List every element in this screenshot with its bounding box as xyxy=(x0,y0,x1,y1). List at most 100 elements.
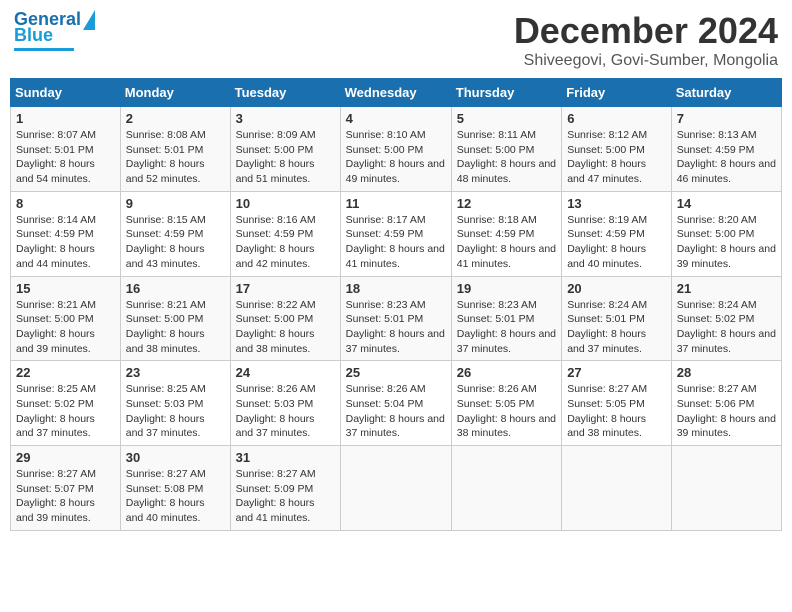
calendar-week-row: 1 Sunrise: 8:07 AMSunset: 5:01 PMDaylight… xyxy=(11,107,782,192)
day-info: Sunrise: 8:07 AMSunset: 5:01 PMDaylight:… xyxy=(16,128,115,187)
calendar-cell: 3 Sunrise: 8:09 AMSunset: 5:00 PMDaylight… xyxy=(230,107,340,192)
day-number: 13 xyxy=(567,196,666,211)
calendar-cell xyxy=(562,446,672,531)
weekday-header-tuesday: Tuesday xyxy=(230,79,340,107)
day-number: 25 xyxy=(346,365,446,380)
day-info: Sunrise: 8:10 AMSunset: 5:00 PMDaylight:… xyxy=(346,128,446,187)
day-number: 7 xyxy=(677,111,776,126)
day-info: Sunrise: 8:12 AMSunset: 5:00 PMDaylight:… xyxy=(567,128,666,187)
day-info: Sunrise: 8:18 AMSunset: 4:59 PMDaylight:… xyxy=(457,213,556,272)
day-number: 1 xyxy=(16,111,115,126)
day-number: 19 xyxy=(457,281,556,296)
day-number: 28 xyxy=(677,365,776,380)
calendar-cell: 14Sunrise: 8:20 AMSunset: 5:00 PMDayligh… xyxy=(671,191,781,276)
day-info: Sunrise: 8:21 AMSunset: 5:00 PMDaylight:… xyxy=(126,298,225,357)
day-number: 18 xyxy=(346,281,446,296)
calendar-cell: 13 Sunrise: 8:19 AMSunset: 4:59 PMDayligh… xyxy=(562,191,672,276)
calendar-cell: 26 Sunrise: 8:26 AMSunset: 5:05 PMDayligh… xyxy=(451,361,561,446)
calendar-cell: 30 Sunrise: 8:27 AMSunset: 5:08 PMDayligh… xyxy=(120,446,230,531)
calendar-cell: 18 Sunrise: 8:23 AMSunset: 5:01 PMDayligh… xyxy=(340,276,451,361)
day-info: Sunrise: 8:24 AMSunset: 5:02 PMDaylight:… xyxy=(677,298,776,357)
day-number: 16 xyxy=(126,281,225,296)
calendar-header-row: SundayMondayTuesdayWednesdayThursdayFrid… xyxy=(11,79,782,107)
weekday-header-thursday: Thursday xyxy=(451,79,561,107)
calendar-cell: 19 Sunrise: 8:23 AMSunset: 5:01 PMDayligh… xyxy=(451,276,561,361)
calendar-cell: 22 Sunrise: 8:25 AMSunset: 5:02 PMDayligh… xyxy=(11,361,121,446)
day-number: 17 xyxy=(236,281,335,296)
calendar-table: SundayMondayTuesdayWednesdayThursdayFrid… xyxy=(10,78,782,531)
day-number: 2 xyxy=(126,111,225,126)
calendar-cell: 25 Sunrise: 8:26 AMSunset: 5:04 PMDayligh… xyxy=(340,361,451,446)
calendar-cell: 6Sunrise: 8:12 AMSunset: 5:00 PMDaylight… xyxy=(562,107,672,192)
day-number: 29 xyxy=(16,450,115,465)
calendar-cell: 23Sunrise: 8:25 AMSunset: 5:03 PMDayligh… xyxy=(120,361,230,446)
day-info: Sunrise: 8:20 AMSunset: 5:00 PMDaylight:… xyxy=(677,213,776,272)
calendar-cell: 11Sunrise: 8:17 AMSunset: 4:59 PMDayligh… xyxy=(340,191,451,276)
day-info: Sunrise: 8:27 AMSunset: 5:05 PMDaylight:… xyxy=(567,382,666,441)
day-number: 20 xyxy=(567,281,666,296)
day-info: Sunrise: 8:11 AMSunset: 5:00 PMDaylight:… xyxy=(457,128,556,187)
calendar-cell xyxy=(340,446,451,531)
logo-underline xyxy=(14,48,74,51)
calendar-week-row: 8 Sunrise: 8:14 AMSunset: 4:59 PMDaylight… xyxy=(11,191,782,276)
day-number: 4 xyxy=(346,111,446,126)
calendar-cell: 2 Sunrise: 8:08 AMSunset: 5:01 PMDaylight… xyxy=(120,107,230,192)
day-number: 3 xyxy=(236,111,335,126)
day-info: Sunrise: 8:21 AMSunset: 5:00 PMDaylight:… xyxy=(16,298,115,357)
day-number: 11 xyxy=(346,196,446,211)
day-number: 21 xyxy=(677,281,776,296)
day-info: Sunrise: 8:09 AMSunset: 5:00 PMDaylight:… xyxy=(236,128,335,187)
calendar-cell: 9Sunrise: 8:15 AMSunset: 4:59 PMDaylight… xyxy=(120,191,230,276)
day-number: 15 xyxy=(16,281,115,296)
day-number: 22 xyxy=(16,365,115,380)
calendar-cell: 24Sunrise: 8:26 AMSunset: 5:03 PMDayligh… xyxy=(230,361,340,446)
month-title: December 2024 xyxy=(514,10,778,52)
day-info: Sunrise: 8:14 AMSunset: 4:59 PMDaylight:… xyxy=(16,213,115,272)
calendar-cell: 31Sunrise: 8:27 AMSunset: 5:09 PMDayligh… xyxy=(230,446,340,531)
calendar-cell xyxy=(451,446,561,531)
weekday-header-friday: Friday xyxy=(562,79,672,107)
day-info: Sunrise: 8:23 AMSunset: 5:01 PMDaylight:… xyxy=(346,298,446,357)
weekday-header-monday: Monday xyxy=(120,79,230,107)
day-number: 23 xyxy=(126,365,225,380)
day-info: Sunrise: 8:19 AMSunset: 4:59 PMDaylight:… xyxy=(567,213,666,272)
calendar-cell: 20 Sunrise: 8:24 AMSunset: 5:01 PMDayligh… xyxy=(562,276,672,361)
day-info: Sunrise: 8:23 AMSunset: 5:01 PMDaylight:… xyxy=(457,298,556,357)
day-number: 12 xyxy=(457,196,556,211)
location-title: Shiveegovi, Govi-Sumber, Mongolia xyxy=(514,52,778,70)
calendar-cell: 4 Sunrise: 8:10 AMSunset: 5:00 PMDaylight… xyxy=(340,107,451,192)
calendar-cell: 12 Sunrise: 8:18 AMSunset: 4:59 PMDayligh… xyxy=(451,191,561,276)
day-info: Sunrise: 8:08 AMSunset: 5:01 PMDaylight:… xyxy=(126,128,225,187)
day-info: Sunrise: 8:27 AMSunset: 5:09 PMDaylight:… xyxy=(236,467,335,526)
day-number: 30 xyxy=(126,450,225,465)
day-info: Sunrise: 8:27 AMSunset: 5:07 PMDaylight:… xyxy=(16,467,115,526)
day-info: Sunrise: 8:22 AMSunset: 5:00 PMDaylight:… xyxy=(236,298,335,357)
day-info: Sunrise: 8:24 AMSunset: 5:01 PMDaylight:… xyxy=(567,298,666,357)
day-info: Sunrise: 8:27 AMSunset: 5:08 PMDaylight:… xyxy=(126,467,225,526)
calendar-cell: 21 Sunrise: 8:24 AMSunset: 5:02 PMDayligh… xyxy=(671,276,781,361)
day-number: 5 xyxy=(457,111,556,126)
day-info: Sunrise: 8:15 AMSunset: 4:59 PMDaylight:… xyxy=(126,213,225,272)
page-header: General Blue December 2024 Shiveegovi, G… xyxy=(10,10,782,70)
day-number: 10 xyxy=(236,196,335,211)
weekday-header-wednesday: Wednesday xyxy=(340,79,451,107)
calendar-body: 1 Sunrise: 8:07 AMSunset: 5:01 PMDaylight… xyxy=(11,107,782,531)
weekday-header-saturday: Saturday xyxy=(671,79,781,107)
day-info: Sunrise: 8:16 AMSunset: 4:59 PMDaylight:… xyxy=(236,213,335,272)
day-number: 8 xyxy=(16,196,115,211)
title-block: December 2024 Shiveegovi, Govi-Sumber, M… xyxy=(514,10,778,70)
calendar-cell: 27Sunrise: 8:27 AMSunset: 5:05 PMDayligh… xyxy=(562,361,672,446)
weekday-header-sunday: Sunday xyxy=(11,79,121,107)
calendar-cell: 28 Sunrise: 8:27 AMSunset: 5:06 PMDayligh… xyxy=(671,361,781,446)
calendar-cell: 7 Sunrise: 8:13 AMSunset: 4:59 PMDaylight… xyxy=(671,107,781,192)
day-info: Sunrise: 8:25 AMSunset: 5:02 PMDaylight:… xyxy=(16,382,115,441)
day-info: Sunrise: 8:26 AMSunset: 5:05 PMDaylight:… xyxy=(457,382,556,441)
day-info: Sunrise: 8:13 AMSunset: 4:59 PMDaylight:… xyxy=(677,128,776,187)
calendar-cell: 15 Sunrise: 8:21 AMSunset: 5:00 PMDayligh… xyxy=(11,276,121,361)
calendar-cell: 8 Sunrise: 8:14 AMSunset: 4:59 PMDaylight… xyxy=(11,191,121,276)
day-number: 26 xyxy=(457,365,556,380)
calendar-cell: 17 Sunrise: 8:22 AMSunset: 5:00 PMDayligh… xyxy=(230,276,340,361)
calendar-cell: 1 Sunrise: 8:07 AMSunset: 5:01 PMDaylight… xyxy=(11,107,121,192)
day-info: Sunrise: 8:27 AMSunset: 5:06 PMDaylight:… xyxy=(677,382,776,441)
day-info: Sunrise: 8:26 AMSunset: 5:04 PMDaylight:… xyxy=(346,382,446,441)
